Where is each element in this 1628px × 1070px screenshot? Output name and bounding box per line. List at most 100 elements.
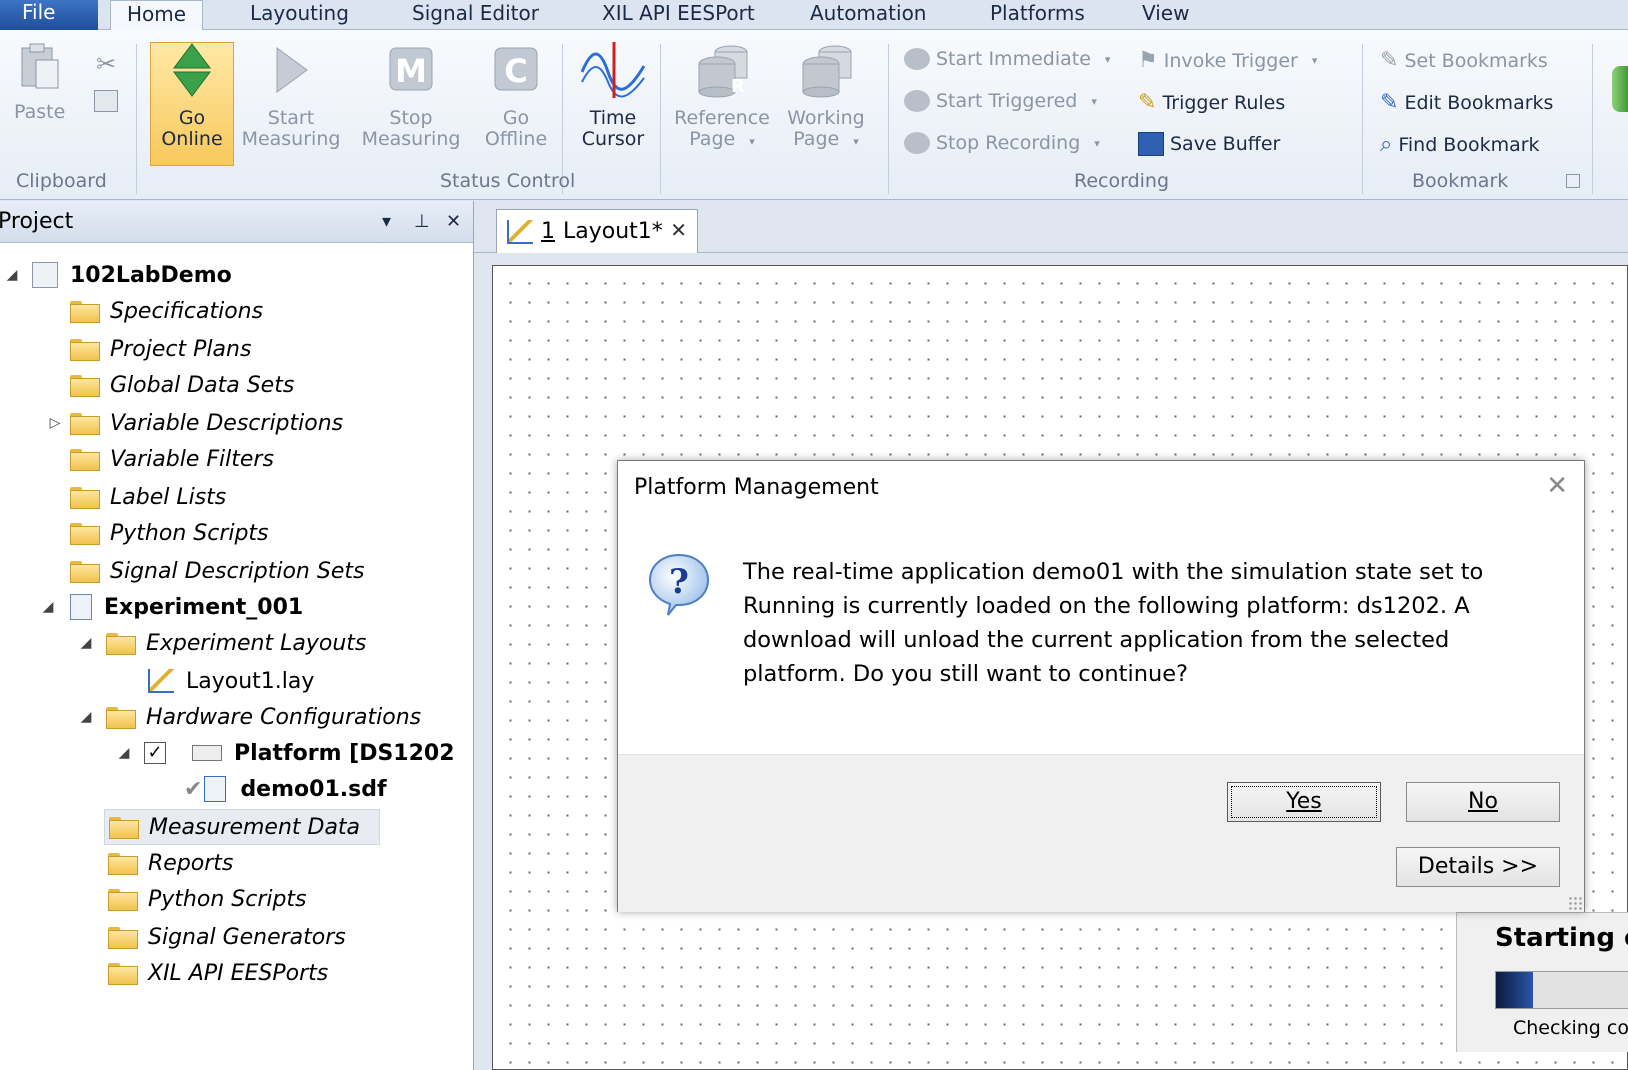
database-icon[interactable] [1612,66,1628,112]
save-buffer-button[interactable]: Save Buffer [1138,132,1280,156]
copy-icon[interactable] [94,90,118,112]
clipboard-group-label: Clipboard [16,170,107,192]
pin-icon[interactable]: ⊥ [414,201,430,243]
collapse-icon[interactable]: ◢ [76,635,96,651]
tab-layouting[interactable]: Layouting [234,0,365,30]
tree-item-specifications[interactable]: Specifications [70,293,263,329]
project-panel-title: Project [0,209,74,234]
trigger-rules-icon: ✎ [1138,90,1157,115]
tree-label: Reports [148,850,234,876]
file-menu-button[interactable]: File [0,0,98,30]
tree-item-demo01-sdf[interactable]: ✔ demo01.sdf [184,771,387,807]
tree-item-hardware-configurations[interactable]: ◢ Hardware Configurations [76,699,422,735]
tree-label: Signal Description Sets [110,558,365,584]
collapse-icon[interactable]: ◢ [114,745,134,761]
save-icon [1138,132,1164,156]
tab-home[interactable]: Home [110,0,204,31]
dialog-launcher-icon[interactable] [1566,174,1580,188]
tree-item-label-lists[interactable]: Label Lists [70,479,226,515]
tree-item-variable-filters[interactable]: Variable Filters [70,441,274,477]
invoke-trigger-button[interactable]: ⚑ Invoke Trigger ▾ [1138,48,1317,73]
stop-measuring-label-1: Stop [389,107,433,129]
chevron-down-icon: ▾ [1104,52,1111,66]
close-icon[interactable]: ✕ [670,218,687,242]
tree-item-python-scripts[interactable]: Python Scripts [70,515,269,551]
collapse-icon[interactable]: ◢ [38,599,58,615]
trigger-rules-label: Trigger Rules [1162,91,1286,114]
dialog-message: The real-time application demo01 with th… [743,559,1484,687]
svg-text:R: R [731,76,745,97]
folder-icon [106,633,136,655]
tab-layout1[interactable]: 1 Layout1* ✕ [496,209,698,253]
start-measuring-button[interactable]: Start Measuring [236,42,346,150]
collapse-icon[interactable]: ◢ [2,267,22,283]
tree-item-variable-descriptions[interactable]: ▷ Variable Descriptions [40,405,344,441]
tab-label: Layout1* [563,219,663,244]
tree-item-measurement-data[interactable]: Measurement Data [104,809,380,845]
find-bookmark-button[interactable]: ⌕ Find Bookmark [1380,132,1540,157]
tree-label: Specifications [110,298,264,324]
stop-recording-button[interactable]: Stop Recording ▾ [904,132,1100,154]
svg-text:C: C [504,52,527,90]
time-cursor-label-2: Cursor [581,128,645,150]
resize-grip-icon[interactable] [1568,896,1582,910]
expand-icon[interactable]: ▷ [40,415,70,431]
yes-button[interactable]: Yes [1227,782,1381,822]
start-immediate-button[interactable]: Start Immediate ▾ [904,48,1110,70]
collapse-icon[interactable]: ◢ [76,709,96,725]
go-online-icon [173,43,211,97]
tree-item-platform[interactable]: ◢ ✓ Platform [DS1202 [114,735,455,771]
no-button[interactable]: No [1406,782,1560,822]
platform-management-dialog: Platform Management ✕ ? The real-time ap… [617,460,1585,912]
tree-item-project-root[interactable]: ◢ 102LabDemo [2,257,232,293]
tab-xil-api-eesport[interactable]: XIL API EESPort [586,0,771,30]
go-offline-button[interactable]: C Go Offline [478,42,554,150]
dialog-title: Platform Management [634,475,879,500]
go-offline-label-1: Go [502,107,530,129]
edit-bookmarks-button[interactable]: ✎ Edit Bookmarks [1380,90,1553,115]
close-icon[interactable]: ✕ [1546,471,1568,501]
tree-label: Hardware Configurations [146,704,422,730]
tree-item-experiment-layouts[interactable]: ◢ Experiment Layouts [76,625,367,661]
set-bookmarks-button[interactable]: ✎ Set Bookmarks [1380,48,1548,73]
tree-item-experiment[interactable]: ◢ Experiment_001 [38,589,303,625]
tree-item-python-scripts-exp[interactable]: Python Scripts [108,881,307,917]
experiment-icon [70,594,92,620]
progress-bar [1495,971,1628,1009]
tree-label: Python Scripts [148,886,307,912]
tree-item-xil-api-eesports[interactable]: XIL API EESPorts [108,955,328,991]
platform-checkbox[interactable]: ✓ [144,742,166,764]
progress-status: Checking co [1513,1017,1628,1039]
tab-platforms[interactable]: Platforms [974,0,1101,30]
working-page-button[interactable]: Working Page ▾ [782,42,870,152]
reference-page-button[interactable]: R Reference Page ▾ [668,42,776,152]
tree-item-layout1[interactable]: Layout1.lay [148,663,314,699]
panel-menu-icon[interactable]: ▾ [382,201,391,243]
tab-automation[interactable]: Automation [794,0,942,30]
tree-item-reports[interactable]: Reports [108,845,233,881]
stop-measuring-button[interactable]: M Stop Measuring [356,42,466,150]
folder-icon [106,707,136,729]
tree-item-project-plans[interactable]: Project Plans [70,331,251,367]
question-icon: ? [648,553,710,616]
group-divider [136,44,137,194]
paste-button[interactable]: Paste [14,42,65,123]
close-icon[interactable]: ✕ [446,201,461,243]
tree-item-signal-description-sets[interactable]: Signal Description Sets [70,553,364,589]
find-bookmark-label: Find Bookmark [1398,133,1540,156]
cut-icon[interactable]: ✂ [96,50,116,78]
go-online-button[interactable]: Go Online [150,42,234,150]
group-divider [888,44,889,194]
details-button[interactable]: Details >> [1396,847,1560,887]
tab-signal-editor[interactable]: Signal Editor [396,0,555,30]
tree-item-signal-generators[interactable]: Signal Generators [108,919,346,955]
tree-label: Experiment Layouts [146,630,367,656]
time-cursor-button[interactable]: Time Cursor [572,42,654,150]
start-triggered-button[interactable]: Start Triggered ▾ [904,90,1097,112]
tree-item-global-data-sets[interactable]: Global Data Sets [70,367,294,403]
group-divider [1362,44,1363,194]
tree-label: Python Scripts [110,520,269,546]
trigger-rules-button[interactable]: ✎ Trigger Rules [1138,90,1285,115]
chevron-down-icon: ▾ [749,135,755,148]
tab-view[interactable]: View [1126,0,1205,30]
